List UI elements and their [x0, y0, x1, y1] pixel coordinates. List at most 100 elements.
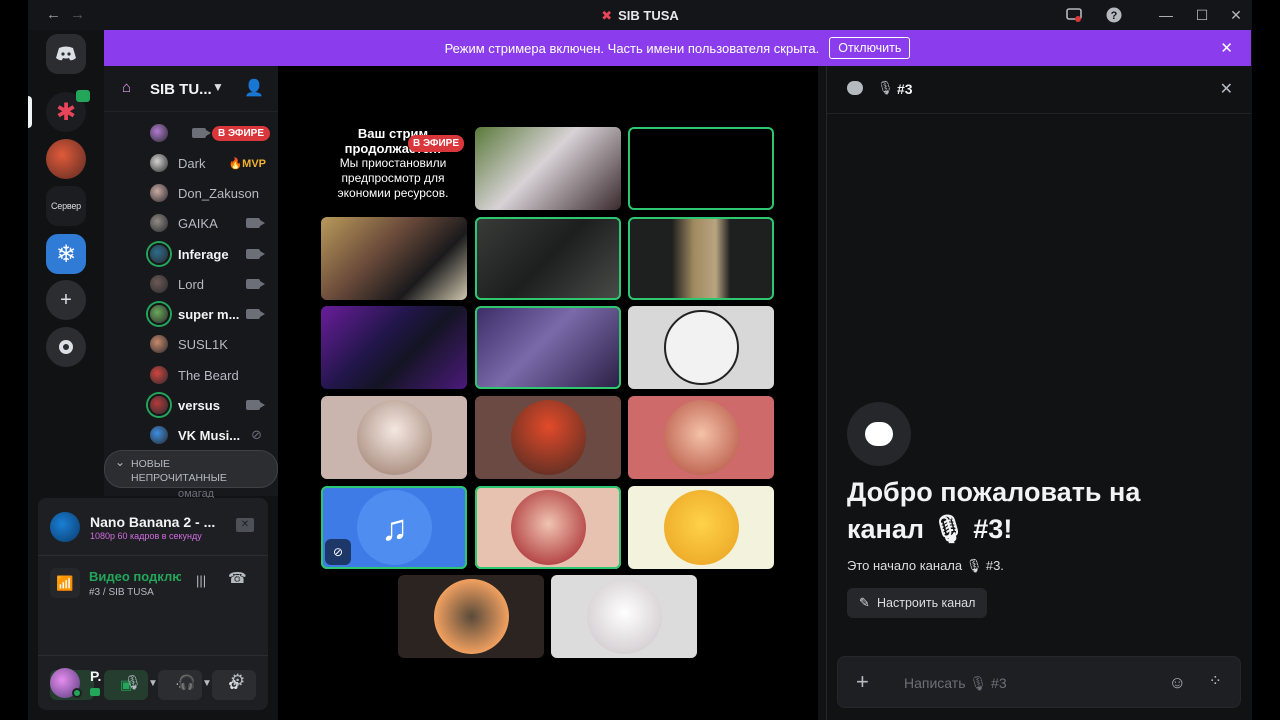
server-avatar-icon[interactable] — [46, 139, 86, 179]
video-tile[interactable] — [398, 575, 544, 658]
video-tile[interactable] — [321, 396, 467, 479]
stream-title: Nano Banana 2 - ... — [90, 514, 216, 530]
apps-icon[interactable]: ⁘ — [1209, 671, 1222, 691]
attach-plus-icon[interactable]: + — [856, 669, 869, 695]
member-row[interactable]: Inferage — [148, 241, 278, 267]
avatar — [148, 243, 170, 265]
online-status-dot — [72, 688, 82, 698]
crying-emoji-avatar — [664, 490, 739, 565]
channel-start-text: Это начало канала 🎙 #3. — [847, 558, 1004, 573]
member-row[interactable]: Don_Zakuson — [148, 180, 278, 206]
new-unread-button[interactable]: НОВЫЕ НЕПРОЧИТАННЫЕ — [104, 450, 278, 488]
discover-icon[interactable] — [46, 327, 86, 367]
video-tile[interactable] — [475, 486, 621, 569]
stop-stream-icon[interactable]: ✕ — [236, 518, 254, 532]
camera-icon — [246, 309, 265, 319]
camera-icon — [191, 128, 211, 138]
headphones-icon[interactable]: 🎧 — [178, 674, 195, 691]
member-name: GAIKA — [178, 215, 218, 231]
server-sib-tusa-icon[interactable]: ✱ — [46, 90, 90, 132]
member-name: Inferage — [178, 246, 229, 262]
mic-options-chevron-icon[interactable]: ▼ — [148, 678, 158, 689]
invite-people-icon[interactable]: 👤 — [244, 78, 264, 98]
disable-streamer-mode-button[interactable]: Отключить — [829, 37, 911, 59]
camera-icon — [246, 249, 265, 259]
video-tile[interactable]: ♫ ⊘ — [321, 486, 467, 569]
avatar — [434, 579, 509, 654]
stream-paused-tile[interactable]: Ваш стрим продолжается! В ЭФИРЕ Мы приос… — [320, 126, 466, 209]
video-tile[interactable] — [321, 217, 467, 300]
close-window-button[interactable]: ✕ — [1226, 5, 1246, 25]
member-row[interactable]: GAIKA — [148, 210, 278, 236]
svg-text:?: ? — [1111, 10, 1118, 22]
inbox-icon[interactable] — [1064, 5, 1084, 25]
server-snowflake-icon[interactable]: ❄ — [46, 234, 86, 274]
member-name: Don_Zakuson — [178, 185, 259, 201]
deafened-icon: ⊘ — [251, 427, 262, 442]
disconnect-icon[interactable]: ☎ — [228, 569, 247, 587]
minimize-button[interactable]: — — [1156, 5, 1176, 25]
server-name: SIB TU... — [150, 81, 212, 98]
video-tile[interactable] — [475, 396, 621, 479]
video-tile[interactable] — [628, 127, 774, 210]
avatar — [664, 310, 739, 385]
live-badge: В ЭФИРЕ — [407, 135, 464, 152]
member-row[interactable]: В ЭФИРЕ — [148, 120, 278, 146]
voice-status-panel: Nano Banana 2 - ... 1080p 60 кадров в се… — [38, 498, 268, 710]
member-row[interactable]: Lord — [148, 271, 278, 297]
emoji-icon[interactable]: ☺ — [1169, 673, 1186, 693]
server-header[interactable]: ⌂ SIB TU... ▼ 👤 — [104, 66, 278, 112]
discord-window: ← → ✖ SIB TUSA ? — ☐ ✕ Режим стримера вкл… — [28, 0, 1252, 720]
chat-header: 🎙 #3 ✕ — [827, 66, 1251, 114]
direct-messages-icon[interactable] — [46, 34, 86, 74]
audio-options-chevron-icon[interactable]: ▼ — [202, 678, 212, 689]
help-icon[interactable]: ? — [1104, 5, 1124, 25]
camera-icon — [246, 279, 265, 289]
stream-info: 1080p 60 кадров в секунду — [90, 531, 202, 541]
add-server-icon[interactable]: + — [46, 280, 86, 320]
member-row[interactable]: super m... — [148, 301, 278, 327]
settings-gear-icon[interactable]: ⚙ — [230, 671, 245, 691]
avatar — [511, 490, 586, 565]
video-tile[interactable] — [475, 127, 621, 210]
dog-avatar — [587, 579, 662, 654]
user-panel: P. 🎙 ▼ 🎧 ▼ ⚙ — [38, 656, 268, 710]
paused-text: Мы приостановили предпросмотр для эконом… — [337, 156, 449, 200]
active-server-indicator — [28, 96, 32, 128]
member-row[interactable]: versus — [148, 392, 278, 418]
member-row[interactable]: Dark 🔥MVP — [148, 150, 278, 176]
live-badge: В ЭФИРЕ — [211, 125, 270, 141]
connection-channel[interactable]: #3 / SIB TUSA — [89, 587, 154, 598]
configure-channel-button[interactable]: Настроить канал — [847, 588, 988, 618]
video-tile[interactable] — [475, 306, 621, 389]
member-name: VK Musi... — [178, 427, 241, 443]
welcome-line2: канал 🎙 #3! — [847, 514, 1013, 544]
voice-channel-icon: 🎙 — [877, 80, 894, 95]
noise-suppression-icon[interactable]: ||| — [196, 573, 206, 588]
unread-line1: НОВЫЕ — [131, 458, 171, 470]
avatar — [148, 424, 170, 446]
video-tile[interactable] — [321, 306, 467, 389]
avatar — [357, 400, 432, 475]
video-tile[interactable] — [628, 217, 774, 300]
video-tile[interactable] — [628, 396, 774, 479]
microphone-icon[interactable]: 🎙 — [124, 674, 142, 691]
server-logo-icon: ✖ — [601, 8, 613, 23]
video-tile[interactable] — [628, 486, 774, 569]
member-row[interactable]: VK Musi... ⊘ — [148, 422, 278, 448]
banner-close-icon[interactable]: ✕ — [1220, 39, 1233, 57]
member-name: super m... — [178, 306, 240, 322]
video-tile[interactable] — [628, 306, 774, 389]
server-text-icon[interactable]: Сервер — [46, 186, 86, 226]
maximize-button[interactable]: ☐ — [1192, 5, 1212, 25]
video-tile[interactable] — [475, 217, 621, 300]
chat-channel-name: #3 — [897, 81, 913, 97]
message-input[interactable]: Написать 🎙 #3 — [904, 675, 1007, 692]
signal-icon[interactable]: 📶 — [50, 568, 80, 598]
close-chat-icon[interactable]: ✕ — [1220, 79, 1233, 99]
video-tile[interactable] — [551, 575, 697, 658]
channel-sidebar: ⌂ SIB TU... ▼ 👤 В ЭФИРЕ Dark 🔥MVP Don_Zakus… — [104, 66, 278, 496]
member-row[interactable]: The Beard — [148, 362, 278, 388]
member-row[interactable]: SUSL1K — [148, 331, 278, 357]
user-name: P. — [90, 668, 102, 684]
